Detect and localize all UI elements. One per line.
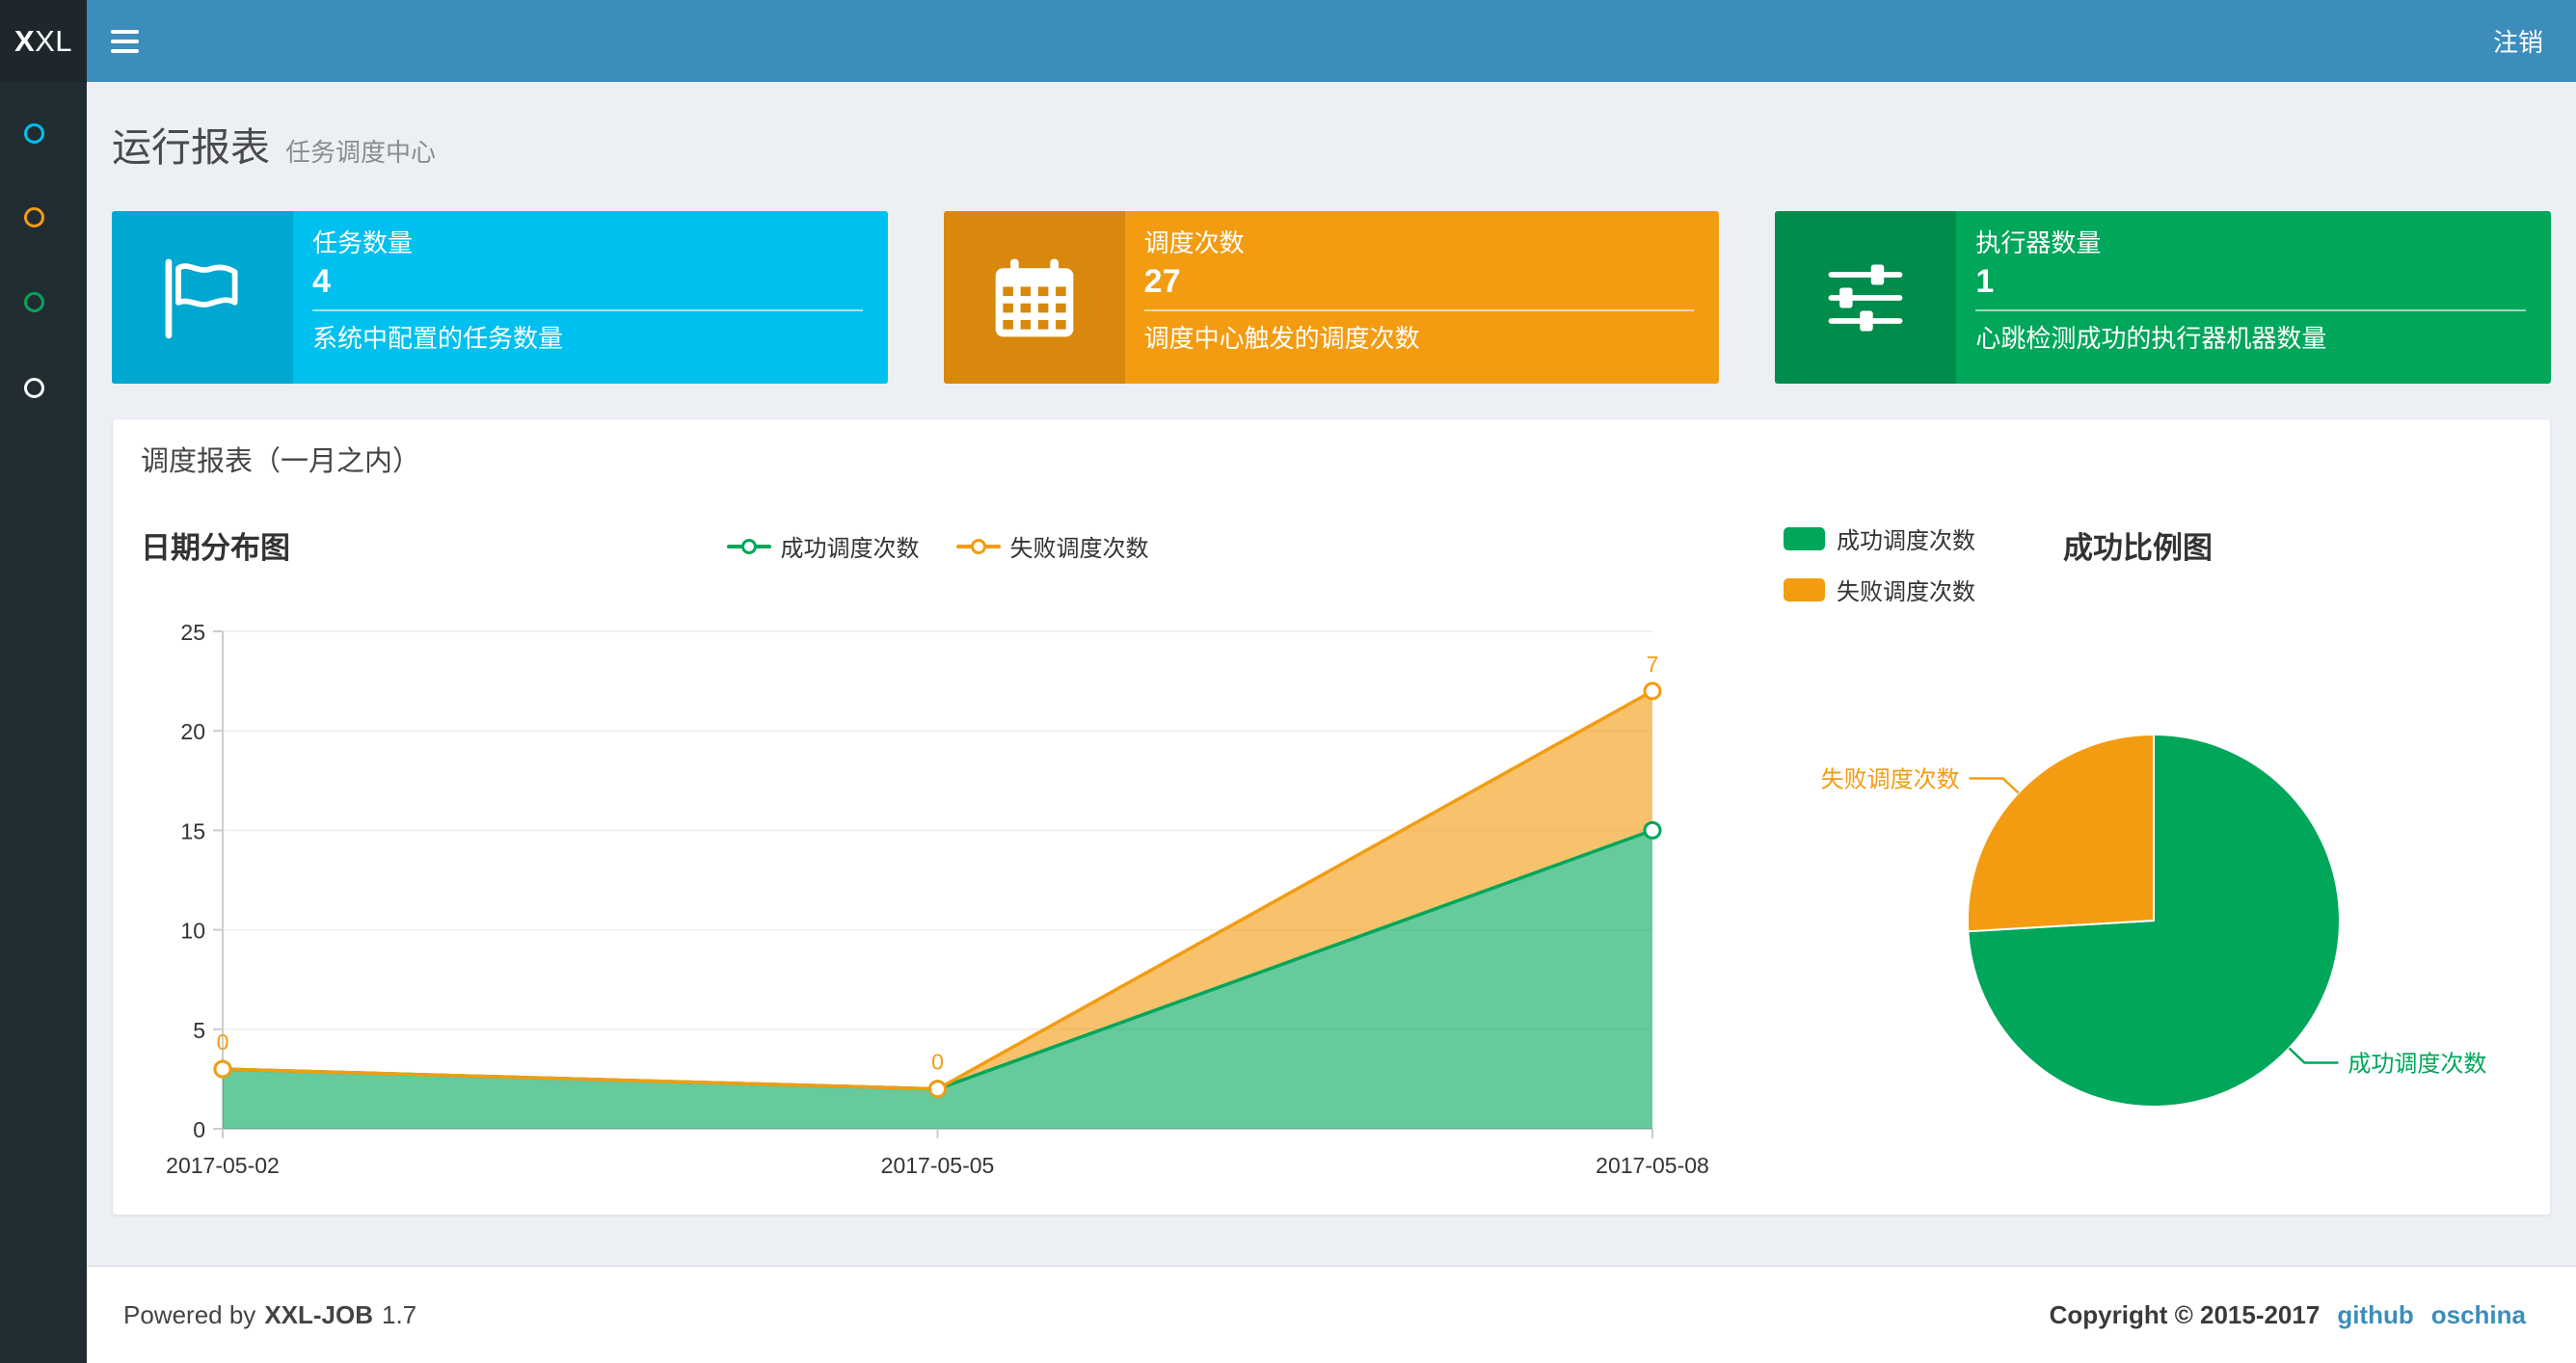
info-box-body: 任务数量 4 系统中配置的任务数量 [293,211,888,384]
schedule-report-panel: 调度报表（一月之内） 日期分布图 成功调度次数 失败调度次数 0 5 10 15… [112,418,2551,1216]
logo-bold: X [13,23,36,58]
copyright: Copyright © 2015-2017 github oschina [2050,1300,2526,1330]
circle-icon [24,206,44,227]
product-version: 1.7 [382,1299,417,1329]
pie-label: 失败调度次数 [1821,766,1960,792]
sliders-icon [1775,211,1957,384]
legend-label: 成功调度次数 [780,536,920,562]
logout-link[interactable]: 注销 [2460,0,2576,82]
main-content: 运行报表 任务调度中心 任务数量 4 系统中配置的任务数量 调度次数 27 调度… [87,82,2576,1266]
date-distribution-chart: 05101520252017-05-02 2017-05-05 2017-05-08… [166,620,1709,1178]
line-legend-marker [955,538,1001,554]
sidebar-item-dashboard[interactable] [0,91,87,175]
divider [312,309,863,311]
info-box-body: 调度次数 27 调度中心触发的调度次数 [1125,211,1720,384]
y-tick-label: 0 [193,1117,205,1142]
y-tick-label: 5 [193,1018,205,1043]
info-box-triggers: 调度次数 27 调度中心触发的调度次数 [943,211,1720,384]
y-tick-label: 10 [180,919,205,944]
footer: Powered by XXL-JOB 1.7 Copyright © 2015-… [87,1266,2576,1363]
hamburger-icon [110,29,139,34]
y-tick-label: 15 [180,818,205,843]
pie-slice-1 [1966,733,2155,933]
navbar-spacer [162,0,2460,82]
info-box-title: 调度次数 [1143,228,1245,257]
panel-title: 调度报表（一月之内） [141,446,421,477]
info-box-jobs: 任务数量 4 系统中配置的任务数量 [112,211,888,384]
info-box-value: 27 [1143,263,1181,300]
page-header: 运行报表 任务调度中心 [112,115,2551,173]
legend-label: 失败调度次数 [1009,536,1149,562]
pie-label: 成功调度次数 [2348,1052,2486,1078]
y-tick-label: 20 [180,719,205,744]
circle-icon [24,291,44,312]
info-box-desc: 系统中配置的任务数量 [312,324,564,353]
sidebar-item-job-log[interactable] [0,259,87,344]
data-point [1643,820,1662,840]
hamburger-icon [110,39,139,43]
legend-item-fail[interactable]: 失败调度次数 [955,529,1149,563]
circle-icon [24,377,44,398]
hamburger-icon [110,48,139,53]
circle-icon [24,122,44,144]
point-label: 7 [1647,652,1659,677]
pie-chart-title: 成功比例图 [2063,531,2213,565]
data-point [928,1080,947,1099]
flag-icon [112,211,293,384]
point-label: 0 [931,1050,944,1075]
line-legend-marker [726,538,771,554]
sidebar [0,82,87,1363]
info-box-desc: 心跳检测成功的执行器机器数量 [1975,324,2327,353]
calendar-icon [943,211,1125,384]
powered-prefix: Powered by [123,1299,256,1329]
success-ratio-chart: 成功调度次数 失败调度次数 [1821,733,2486,1108]
legend-label: 成功调度次数 [1837,528,1975,554]
legend-item-success[interactable]: 成功调度次数 [1784,521,1975,555]
copyright-text: Copyright © 2015-2017 [2049,1299,2321,1329]
sidebar-item-executor[interactable] [0,345,87,430]
info-box-desc: 调度中心触发的调度次数 [1143,324,1420,353]
x-tick-label: 2017-05-05 [881,1153,995,1178]
page-subtitle: 任务调度中心 [285,138,437,167]
github-link[interactable]: github [2337,1300,2413,1330]
logo[interactable]: X XL [0,0,87,82]
page-title: 运行报表 [112,125,270,170]
info-box-executors: 执行器数量 1 心跳检测成功的执行器机器数量 [1775,211,2552,384]
info-box-value: 1 [1975,263,1995,300]
powered-by: Powered by XXL-JOB 1.7 [123,1300,416,1330]
label-line [1969,777,2020,794]
divider [1143,309,1695,311]
data-point [1643,682,1662,701]
info-box-title: 任务数量 [312,228,414,257]
divider [1975,309,2527,311]
info-box-body: 执行器数量 1 心跳检测成功的执行器机器数量 [1956,211,2551,384]
data-point [213,1059,232,1079]
logo-rest: XL [35,23,73,58]
product-name: XXL-JOB [264,1299,373,1329]
sidebar-item-job-manage[interactable] [0,174,87,259]
y-tick-label: 25 [180,620,205,645]
legend-swatch [1784,526,1825,550]
x-tick-label: 2017-05-08 [1596,1153,1709,1178]
info-box-row: 任务数量 4 系统中配置的任务数量 调度次数 27 调度中心触发的调度次数 执行… [112,211,2552,384]
line-chart-legend: 成功调度次数 失败调度次数 [223,529,1652,563]
x-tick-label: 2017-05-02 [166,1153,280,1178]
label-line [2288,1047,2339,1064]
point-label: 0 [217,1029,229,1055]
info-box-value: 4 [312,263,331,300]
oschina-link[interactable]: oschina [2431,1300,2526,1330]
info-box-title: 执行器数量 [1975,228,2102,257]
legend-item-success[interactable]: 成功调度次数 [726,529,920,563]
top-navbar: X XL 注销 [0,0,2576,82]
sidebar-toggle-button[interactable] [87,0,162,82]
